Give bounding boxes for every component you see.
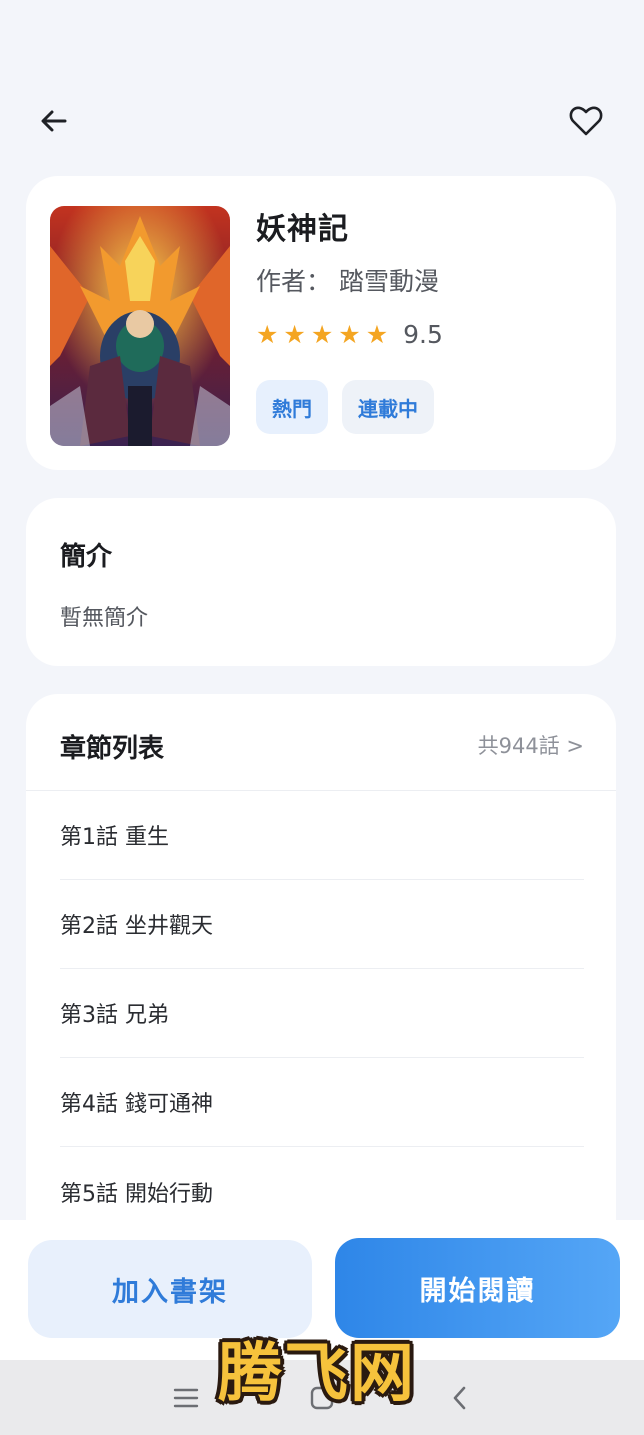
chapter-item[interactable]: 第4話 錢可通神	[60, 1058, 584, 1147]
comic-cover-image[interactable]	[50, 206, 230, 446]
star-icon: ★	[283, 320, 306, 349]
intro-card: 簡介 暫無簡介	[26, 498, 616, 666]
chapter-item[interactable]: 第1話 重生	[60, 791, 584, 880]
chapter-list-card: 章節列表 共944話 > 第1話 重生 第2話 坐井觀天 第3話 兄弟 第4話 …	[26, 694, 616, 1254]
star-icon: ★	[256, 320, 279, 349]
tag-list: 熱門 連載中	[256, 380, 434, 434]
chapter-count-link[interactable]: 共944話 >	[478, 730, 584, 760]
star-icon: ★	[365, 320, 389, 349]
status-bar	[0, 0, 644, 70]
intro-text: 暫無簡介	[60, 606, 149, 631]
top-bar	[0, 95, 644, 145]
tag-hot[interactable]: 熱門	[256, 380, 328, 434]
arrow-left-icon	[41, 110, 67, 132]
rating-score: 9.5	[403, 320, 443, 349]
nav-back-button[interactable]	[440, 1378, 480, 1418]
chevron-left-icon	[453, 1386, 466, 1410]
watermark-logo: 腾飞网	[218, 1337, 416, 1411]
chapter-list: 第1話 重生 第2話 坐井觀天 第3話 兄弟 第4話 錢可通神 第5話 開始行動	[60, 791, 584, 1236]
rating: ★ ★ ★ ★ ★ 9.5	[256, 320, 443, 349]
chapter-item[interactable]: 第2話 坐井觀天	[60, 880, 584, 969]
menu-icon	[173, 1388, 199, 1408]
back-button[interactable]	[36, 103, 72, 139]
comic-author: 作者： 踏雪動漫	[256, 267, 439, 296]
comic-title: 妖神記	[256, 212, 349, 247]
comic-info-card: 妖神記 作者： 踏雪動漫 ★ ★ ★ ★ ★ 9.5 熱門 連載中	[26, 176, 616, 470]
chapter-item[interactable]: 第3話 兄弟	[60, 969, 584, 1058]
nav-menu-button[interactable]	[166, 1378, 206, 1418]
favorite-button[interactable]	[566, 101, 606, 141]
intro-heading: 簡介	[60, 542, 113, 572]
tag-serializing[interactable]: 連載中	[342, 380, 434, 434]
heart-outline-icon	[569, 106, 603, 136]
star-icon: ★	[310, 320, 334, 349]
chapter-list-heading: 章節列表	[60, 734, 165, 764]
star-icon: ★	[338, 320, 361, 349]
